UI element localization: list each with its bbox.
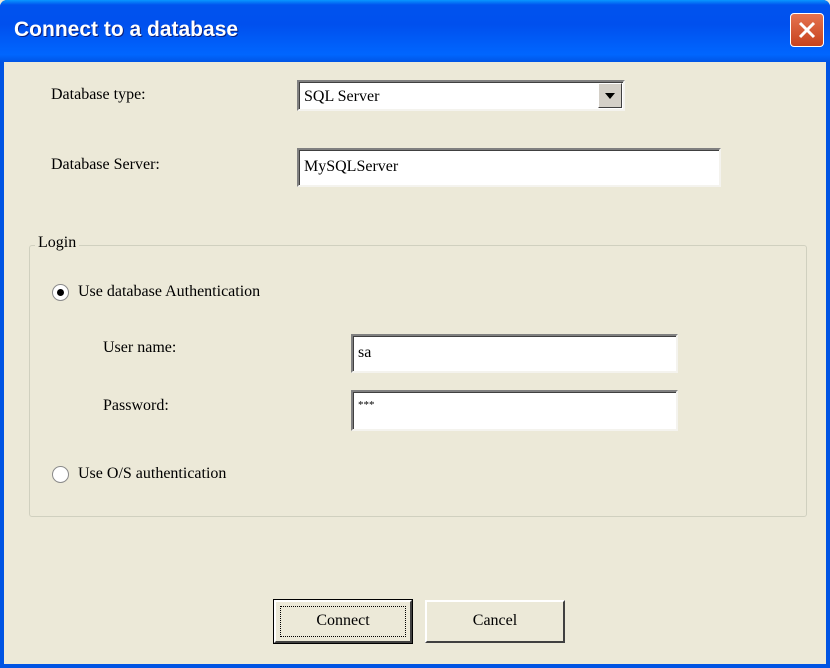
cancel-button-label: Cancel <box>472 612 518 629</box>
database-server-value: MySQLServer <box>304 158 399 175</box>
connect-button[interactable]: Connect <box>273 599 413 644</box>
db-auth-radio[interactable] <box>52 284 69 301</box>
database-server-input[interactable]: MySQLServer <box>297 148 721 187</box>
title-bar[interactable]: Connect to a database <box>0 0 830 62</box>
close-icon <box>798 21 816 39</box>
os-auth-radio[interactable] <box>52 466 69 483</box>
db-auth-label[interactable]: Use database Authentication <box>78 283 260 301</box>
database-type-dropdown-button[interactable] <box>598 83 622 108</box>
password-label: Password: <box>103 397 169 414</box>
chevron-down-icon <box>605 93 615 99</box>
username-value: sa <box>358 344 372 361</box>
password-input[interactable]: *** <box>351 390 678 431</box>
close-button[interactable] <box>790 13 824 47</box>
database-server-label: Database Server: <box>51 156 160 173</box>
os-auth-label[interactable]: Use O/S authentication <box>78 465 226 483</box>
login-group-label: Login <box>35 234 80 252</box>
database-type-value: SQL Server <box>304 88 380 105</box>
username-label: User name: <box>103 339 177 356</box>
window-title: Connect to a database <box>14 18 239 41</box>
password-value: *** <box>358 399 375 411</box>
username-input[interactable]: sa <box>351 334 678 373</box>
focus-rectangle <box>280 606 406 637</box>
cancel-button[interactable]: Cancel <box>425 600 565 643</box>
database-type-label: Database type: <box>51 86 146 103</box>
database-type-select[interactable]: SQL Server <box>297 80 625 111</box>
radio-selected-dot <box>57 289 64 296</box>
